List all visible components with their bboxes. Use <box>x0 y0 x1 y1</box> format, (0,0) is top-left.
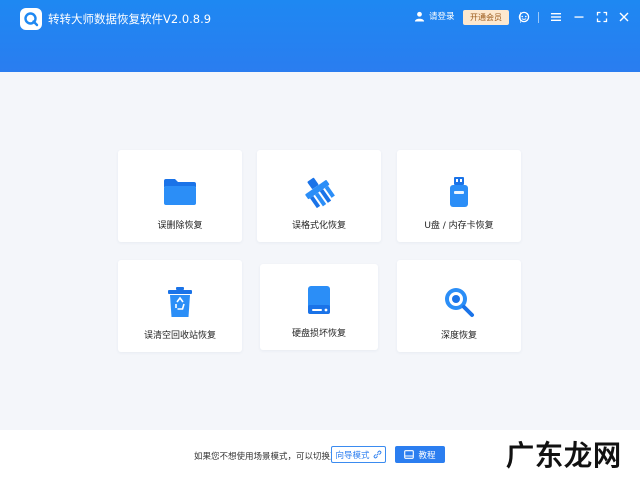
card-label: 深度恢复 <box>440 331 477 341</box>
tutorial-label: 教程 <box>418 450 436 461</box>
maximize-icon[interactable] <box>595 10 609 24</box>
guide-mode-label: 向导模式 <box>335 450 370 461</box>
card-label: 误删除恢复 <box>157 221 203 231</box>
switch-icon <box>373 450 381 459</box>
usb-drive-icon <box>442 176 476 208</box>
login-label: 请登录 <box>429 12 455 22</box>
guide-mode-button[interactable]: 向导模式 <box>331 446 386 463</box>
card-recycle-bin-recovery[interactable]: 误清空回收站恢复 <box>118 260 242 352</box>
minimize-icon[interactable] <box>572 10 586 24</box>
user-icon <box>414 11 425 22</box>
book-icon <box>404 450 415 459</box>
card-hard-disk-recovery[interactable]: 硬盘损坏恢复 <box>260 264 378 350</box>
watermark: 广东龙网 <box>506 439 623 472</box>
broom-icon <box>302 176 336 208</box>
card-format-recovery[interactable]: 误格式化恢复 <box>257 150 381 242</box>
recycle-bin-icon <box>163 286 197 318</box>
title-bar: 转转大师数据恢复软件V2.0.8.9 请登录 开通会员 <box>0 0 640 72</box>
card-label: 误格式化恢复 <box>291 221 346 231</box>
card-usb-recovery[interactable]: U盘 / 内存卡恢复 <box>397 150 521 242</box>
close-icon[interactable] <box>617 10 631 24</box>
deep-scan-icon <box>442 286 476 318</box>
hard-disk-icon <box>302 284 336 316</box>
header-divider <box>538 12 539 23</box>
vip-button[interactable]: 开通会员 <box>463 10 509 25</box>
login-link[interactable]: 请登录 <box>414 10 455 22</box>
support-icon[interactable] <box>517 10 531 24</box>
card-label: 误清空回收站恢复 <box>143 331 216 341</box>
tutorial-button[interactable]: 教程 <box>395 446 445 463</box>
card-label: 硬盘损坏恢复 <box>291 329 346 339</box>
card-deep-recovery[interactable]: 深度恢复 <box>397 260 521 352</box>
mode-switch-tip: 如果您不想使用场景模式，可以切换至 <box>194 452 339 462</box>
app-title: 转转大师数据恢复软件V2.0.8.9 <box>48 12 212 26</box>
folder-icon <box>163 176 197 208</box>
menu-icon[interactable] <box>549 10 563 24</box>
card-label: U盘 / 内存卡恢复 <box>424 221 494 231</box>
app-logo-icon <box>20 8 42 30</box>
card-deleted-recovery[interactable]: 误删除恢复 <box>118 150 242 242</box>
